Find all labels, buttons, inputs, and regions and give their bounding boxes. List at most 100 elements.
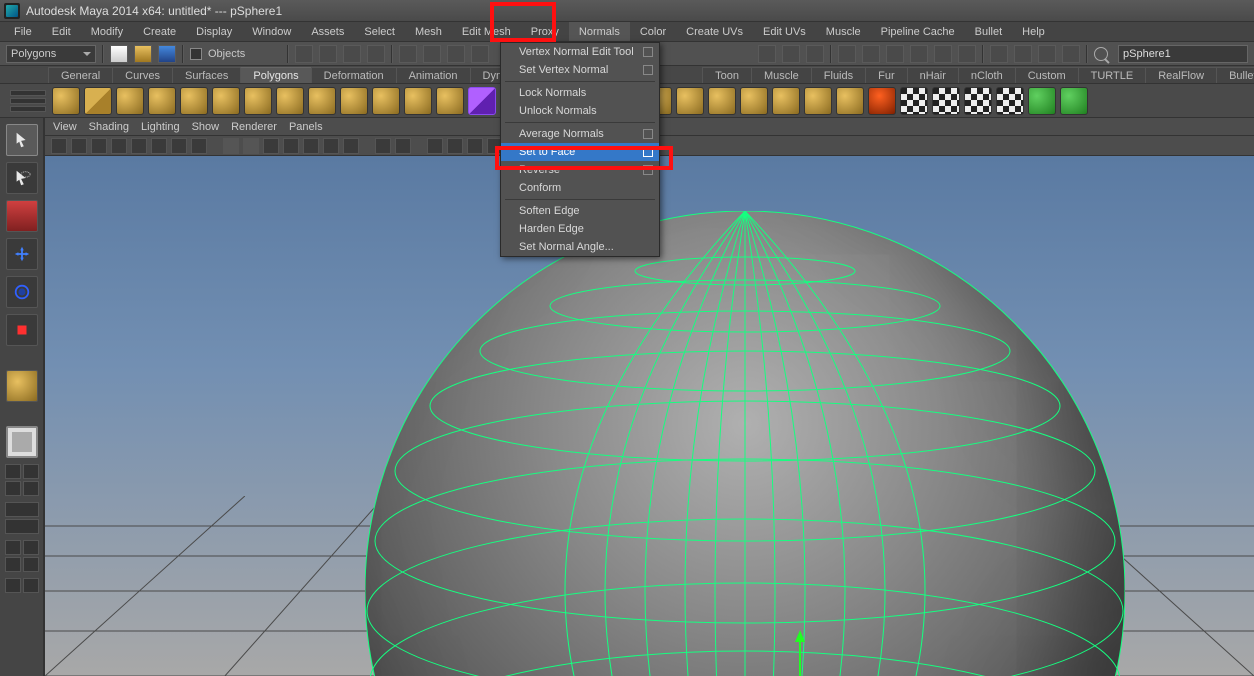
poly-uv-spherical-icon[interactable] (964, 87, 992, 115)
vp-isolate-icon[interactable] (375, 138, 391, 154)
channel-box-icon[interactable] (1062, 45, 1080, 63)
render-icon[interactable] (758, 45, 776, 63)
vp-resolution-gate-icon[interactable] (151, 138, 167, 154)
shelf-tab-custom[interactable]: Custom (1015, 67, 1079, 83)
poly-helix-icon[interactable] (340, 87, 368, 115)
poly-uv-cylindrical-icon[interactable] (932, 87, 960, 115)
shelf-tab-turtle[interactable]: TURTLE (1078, 67, 1147, 83)
menu-edit-mesh[interactable]: Edit Mesh (452, 22, 521, 41)
poly-bridge-icon[interactable] (708, 87, 736, 115)
dropdown-item-soften-edge[interactable]: Soften Edge (501, 202, 659, 220)
dropdown-item-reverse[interactable]: Reverse (501, 161, 659, 179)
paint-select-button[interactable] (6, 200, 38, 232)
poly-smooth-icon[interactable] (868, 87, 896, 115)
menu-file[interactable]: File (4, 22, 42, 41)
vp-menu-shading[interactable]: Shading (89, 121, 129, 133)
shelf-tab-surfaces[interactable]: Surfaces (172, 67, 241, 83)
vp-menu-panels[interactable]: Panels (289, 121, 323, 133)
vp-gate-mask-icon[interactable] (171, 138, 187, 154)
poly-offset-edge-icon[interactable] (804, 87, 832, 115)
last-tool-button[interactable] (6, 370, 38, 402)
vp-menu-lighting[interactable]: Lighting (141, 121, 180, 133)
four-pane-button[interactable] (5, 464, 39, 496)
shelf-tab-general[interactable]: General (48, 67, 113, 83)
select-tool-icon[interactable] (295, 45, 313, 63)
vp-wireframe-icon[interactable] (263, 138, 279, 154)
single-pane-button[interactable] (6, 426, 38, 458)
hypershade-icon[interactable] (910, 45, 928, 63)
select-tool-button[interactable] (6, 124, 38, 156)
layout-preset-button[interactable] (5, 578, 39, 593)
menu-create[interactable]: Create (133, 22, 186, 41)
snap-grid-icon[interactable] (399, 45, 417, 63)
menu-edit-uvs[interactable]: Edit UVs (753, 22, 816, 41)
menu-color[interactable]: Color (630, 22, 676, 41)
poly-cube-icon[interactable] (84, 87, 112, 115)
shelf-tab-muscle[interactable]: Muscle (751, 67, 812, 83)
menu-window[interactable]: Window (242, 22, 301, 41)
poly-append-icon[interactable] (740, 87, 768, 115)
dropdown-item-unlock-normals[interactable]: Unlock Normals (501, 102, 659, 120)
vp-menu-renderer[interactable]: Renderer (231, 121, 277, 133)
poly-platonic-icon[interactable] (404, 87, 432, 115)
shelf-tab-fur[interactable]: Fur (865, 67, 908, 83)
option-box-icon[interactable] (643, 147, 653, 157)
menu-muscle[interactable]: Muscle (816, 22, 871, 41)
option-box-icon[interactable] (643, 129, 653, 139)
vp-film-gate-icon[interactable] (131, 138, 147, 154)
dropdown-item-set-normal-angle[interactable]: Set Normal Angle... (501, 238, 659, 256)
shelf-tab-ncloth[interactable]: nCloth (958, 67, 1016, 83)
vp-bookmark-icon[interactable] (91, 138, 107, 154)
open-scene-icon[interactable] (134, 45, 152, 63)
lasso-tool-icon[interactable] (319, 45, 337, 63)
poly-cylinder-icon[interactable] (116, 87, 144, 115)
menu-proxy[interactable]: Proxy (521, 22, 569, 41)
vp-cube-display-icon[interactable] (427, 138, 443, 154)
dropdown-item-harden-edge[interactable]: Harden Edge (501, 220, 659, 238)
uv-editor-icon[interactable] (934, 45, 952, 63)
quick-select-input[interactable]: pSphere1 (1118, 45, 1248, 63)
attribute-editor-icon[interactable] (1014, 45, 1032, 63)
menu-display[interactable]: Display (186, 22, 242, 41)
graph-editor-icon[interactable] (886, 45, 904, 63)
vp-field-chart-icon[interactable] (191, 138, 207, 154)
vp-menu-view[interactable]: View (53, 121, 77, 133)
poly-sculpt-icon[interactable] (1028, 87, 1056, 115)
vp-grid-icon[interactable] (223, 138, 239, 154)
hypergraph-icon[interactable] (838, 45, 856, 63)
shelf-tab-fluids[interactable]: Fluids (811, 67, 866, 83)
poly-cut-faces-icon[interactable] (836, 87, 864, 115)
option-box-icon[interactable] (643, 65, 653, 75)
vp-sphere-display-icon[interactable] (467, 138, 483, 154)
poly-pyramid-icon[interactable] (276, 87, 304, 115)
vp-bgcolor-icon[interactable] (243, 138, 259, 154)
poly-cone-icon[interactable] (148, 87, 176, 115)
menu-mesh[interactable]: Mesh (405, 22, 452, 41)
option-box-icon[interactable] (643, 47, 653, 57)
two-pane-side-button[interactable] (5, 502, 39, 534)
save-scene-icon[interactable] (158, 45, 176, 63)
vp-shaded-icon[interactable] (283, 138, 299, 154)
render-settings-icon[interactable] (806, 45, 824, 63)
poly-prism-icon[interactable] (244, 87, 272, 115)
shelf-tab-polygons[interactable]: Polygons (240, 67, 311, 83)
vp-camera-attr-icon[interactable] (71, 138, 87, 154)
menu-normals[interactable]: Normals (569, 22, 630, 41)
script-editor-icon[interactable] (958, 45, 976, 63)
poly-bevel-icon[interactable] (676, 87, 704, 115)
menu-create-uvs[interactable]: Create UVs (676, 22, 753, 41)
snap-point-icon[interactable] (447, 45, 465, 63)
dropdown-item-set-to-face[interactable]: Set to Face (501, 143, 659, 161)
vp-camera-select-icon[interactable] (51, 138, 67, 154)
shelf-tab-curves[interactable]: Curves (112, 67, 173, 83)
menu-pipeline-cache[interactable]: Pipeline Cache (871, 22, 965, 41)
component-editor-icon[interactable] (990, 45, 1008, 63)
poly-uv-planar-icon[interactable] (900, 87, 928, 115)
poly-insert-edge-icon[interactable] (772, 87, 800, 115)
shelf-menu-icon[interactable] (10, 90, 46, 112)
shelf-tab-animation[interactable]: Animation (396, 67, 471, 83)
module-selector[interactable]: Polygons (6, 45, 96, 63)
poly-torus-icon[interactable] (212, 87, 240, 115)
vp-image-plane-icon[interactable] (111, 138, 127, 154)
shelf-tab-nhair[interactable]: nHair (907, 67, 959, 83)
